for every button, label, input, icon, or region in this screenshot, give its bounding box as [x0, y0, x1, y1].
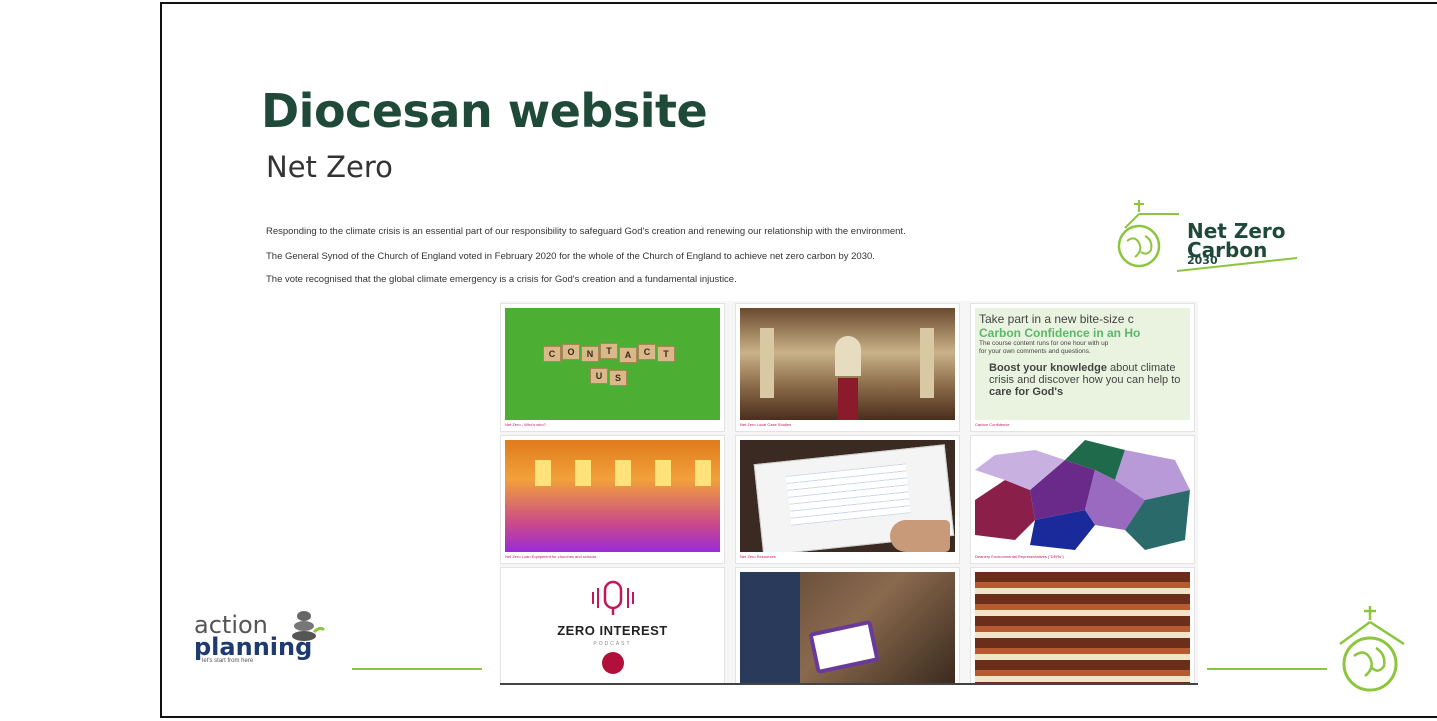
podcast-badge-icon	[601, 652, 624, 674]
banner-text: for your own comments and questions.	[979, 348, 1091, 355]
church-pews-image	[975, 572, 1190, 683]
tablet-spreadsheet-image	[740, 440, 955, 552]
scrabble-letter: N	[581, 346, 599, 362]
tile-caption-link[interactable]: Net Zero Resources	[740, 554, 955, 559]
tile-church-pews[interactable]	[970, 567, 1195, 683]
footer-divider-right	[1207, 668, 1327, 670]
banner-body: Boost your knowledge about climate crisi…	[979, 362, 1186, 398]
page-title: Diocesan website	[261, 84, 708, 138]
scrabble-letter: O	[562, 344, 580, 360]
deanery-map-image	[975, 440, 1190, 552]
tile-loan-equipment[interactable]: Net Zero Loan Equipment for churches and…	[500, 435, 725, 564]
tile-caption-link[interactable]: Carbon Confidence	[975, 422, 1190, 427]
banner-text: The course content runs for one hour wit…	[979, 340, 1109, 347]
podcast-subtitle: PODCAST	[593, 641, 632, 647]
scrabble-letter: A	[619, 347, 637, 363]
intro-paragraph-1: Responding to the climate crisis is an e…	[266, 226, 906, 237]
tile-tablet-church[interactable]	[735, 567, 960, 683]
banner-heading: Carbon Confidence in an Ho	[979, 326, 1141, 340]
page-subtitle: Net Zero	[266, 150, 393, 184]
podcast-image: ZERO INTEREST PODCAST	[505, 572, 720, 683]
tile-resources[interactable]: Net Zero Resources	[735, 435, 960, 564]
scrabble-letter: C	[543, 346, 561, 362]
scrabble-letter: C	[638, 344, 656, 360]
microphone-icon	[591, 580, 634, 615]
church-interior-image	[740, 308, 955, 420]
tile-deanery-reps[interactable]: Deanery Environmental Representatives ("…	[970, 435, 1195, 564]
church-globe-icon	[1339, 606, 1405, 692]
scrabble-letter: S	[609, 370, 627, 386]
scrabble-letter: T	[600, 343, 618, 359]
tile-caption-link[interactable]: Net Zero Loan Equipment for churches and…	[505, 554, 720, 559]
thermal-building-image	[505, 440, 720, 552]
banner-line: Take part in a new bite-size c	[979, 312, 1134, 326]
slide: Diocesan website Net Zero Responding to …	[160, 2, 1437, 718]
carbon-confidence-banner: Take part in a new bite-size c Carbon Co…	[975, 308, 1190, 420]
stacked-stones-icon	[292, 611, 326, 641]
website-tile-grid: C O N T A C T U S Net Zero - Who's who? …	[500, 301, 1198, 685]
tile-carbon-confidence[interactable]: Take part in a new bite-size c Carbon Co…	[970, 303, 1195, 432]
banner-bold2: care for God's	[989, 386, 1064, 398]
action-planning-logo: action planning let's start from here	[194, 611, 326, 664]
intro-paragraph-3: The vote recognised that the global clim…	[266, 274, 737, 285]
tile-zero-interest-podcast[interactable]: ZERO INTEREST PODCAST	[500, 567, 725, 683]
tile-case-studies[interactable]: Net Zero Local Case Studies	[735, 303, 960, 432]
tablet-church-image	[740, 572, 955, 683]
contact-us-image: C O N T A C T U S	[505, 308, 720, 420]
footer-divider-left	[352, 668, 482, 670]
nz-logo-year: 2030	[1187, 254, 1218, 267]
tile-who-is-who[interactable]: C O N T A C T U S Net Zero - Who's who?	[500, 303, 725, 432]
scrabble-letter: U	[590, 368, 608, 384]
podcast-title: ZERO INTEREST	[557, 623, 668, 638]
intro-paragraph-2: The General Synod of the Church of Engla…	[266, 251, 875, 262]
tile-caption-link[interactable]: Deanery Environmental Representatives ("…	[975, 554, 1190, 559]
tile-caption-link[interactable]: Net Zero Local Case Studies	[740, 422, 955, 427]
scrabble-letter: T	[657, 346, 675, 362]
tile-caption-link[interactable]: Net Zero - Who's who?	[505, 422, 720, 427]
banner-bold: Boost your knowledge	[989, 362, 1107, 374]
